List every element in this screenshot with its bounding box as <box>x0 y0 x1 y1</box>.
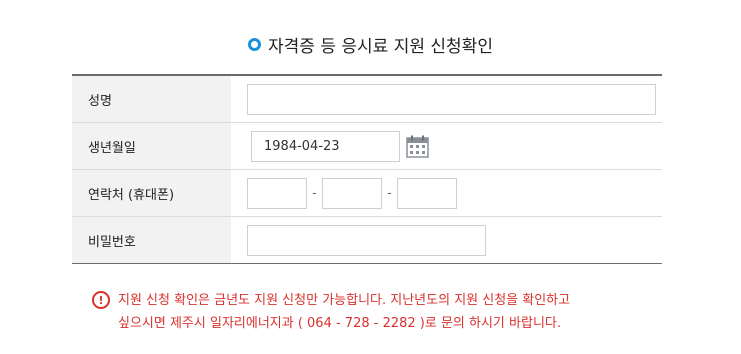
form-row-password: 비밀번호 <box>72 217 662 263</box>
phone-part2-input[interactable] <box>322 177 382 209</box>
form-row-name: 성명 <box>72 76 662 123</box>
birthdate-input[interactable] <box>251 130 400 162</box>
name-cell <box>231 76 662 122</box>
notice-text: 지원 신청 확인은 금년도 지원 신청만 가능합니다. 지난년도의 지원 신청을… <box>118 293 571 331</box>
exclamation-circle-icon: ! <box>92 291 110 309</box>
page-title: 자격증 등 응시료 지원 신청확인 <box>268 37 493 57</box>
notice-message: ! 지원 신청 확인은 금년도 지원 신청만 가능합니다. 지난년도의 지원 신… <box>92 289 692 335</box>
form-row-birth: 생년월일 <box>72 123 662 170</box>
password-cell <box>231 217 662 263</box>
circle-bullet-icon <box>248 38 262 51</box>
password-label: 비밀번호 <box>72 217 231 263</box>
form-row-phone: 연락처 (휴대폰) - - <box>72 170 662 217</box>
phone-separator: - <box>387 185 392 201</box>
phone-label: 연락처 (휴대폰) <box>72 170 231 216</box>
birth-label: 생년월일 <box>72 123 231 169</box>
phone-part1-input[interactable] <box>247 177 307 209</box>
birth-cell <box>231 123 662 169</box>
page-header: 자격증 등 응시료 지원 신청확인 <box>0 32 741 57</box>
phone-part3-input[interactable] <box>397 177 457 209</box>
phone-separator: - <box>312 185 317 201</box>
password-input[interactable] <box>247 224 486 256</box>
page-title-group: 자격증 등 응시료 지원 신청확인 <box>248 32 493 57</box>
name-input[interactable] <box>247 83 656 115</box>
phone-cell: - - <box>231 170 662 216</box>
name-label: 성명 <box>72 76 231 122</box>
calendar-icon[interactable] <box>406 135 429 158</box>
verification-form: 성명 생년월일 1984-04-23 연락처 (휴대폰) - - 비밀번호 <box>72 74 662 264</box>
